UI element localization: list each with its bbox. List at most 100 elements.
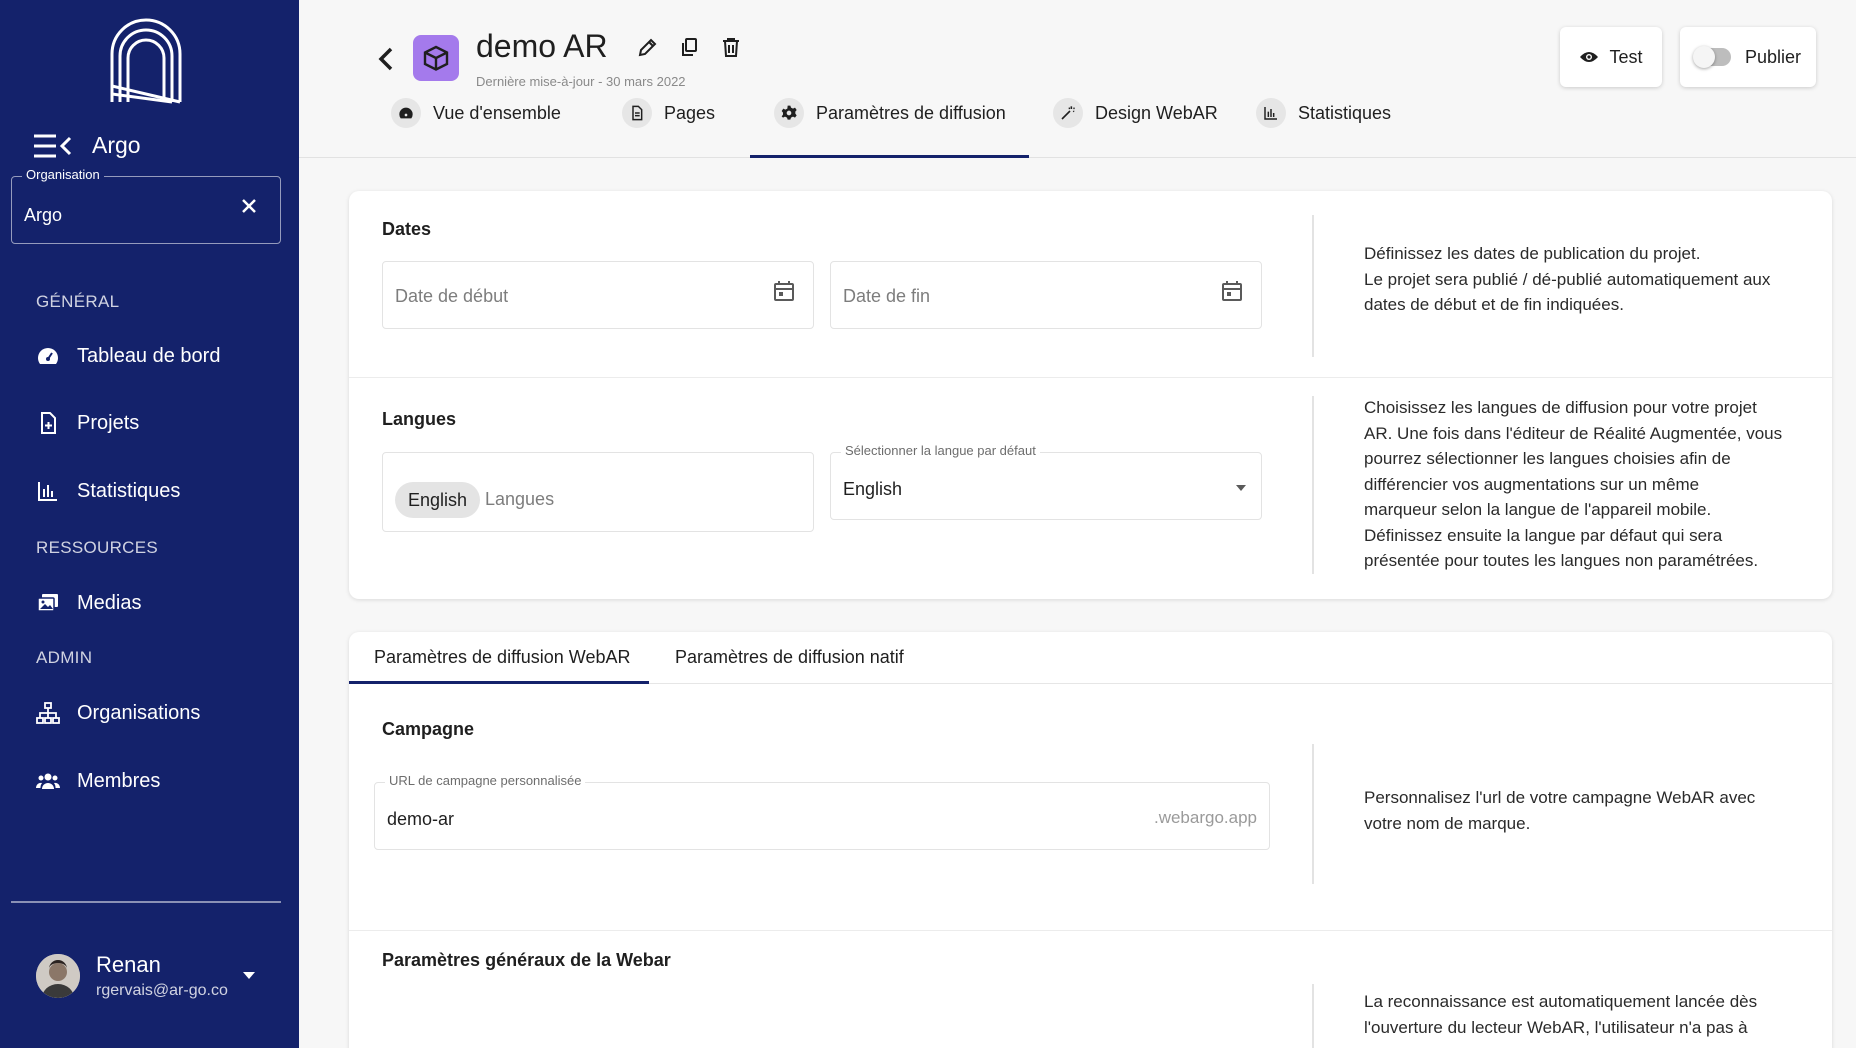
sidebar-item-organisations[interactable]: Organisations (36, 701, 200, 725)
tab-label: Statistiques (1298, 102, 1392, 123)
end-date-input[interactable]: Date de fin (830, 261, 1262, 329)
tab-design-webar[interactable]: Design WebAR (1053, 98, 1218, 128)
sidebar-item-label: Medias (77, 591, 142, 614)
languages-input[interactable]: English Langues (382, 452, 814, 532)
organisation-value: Argo (24, 205, 63, 225)
copy-icon[interactable] (679, 36, 699, 58)
tab-diffusion-settings[interactable]: Paramètres de diffusion (774, 98, 1006, 128)
tab-label: Vue d'ensemble (433, 102, 561, 123)
menu-collapse-icon[interactable] (34, 133, 72, 159)
bar-chart-icon (38, 482, 57, 501)
pencil-icon[interactable] (637, 36, 657, 58)
user-photo-icon (36, 954, 80, 998)
subtab-native[interactable]: Paramètres de diffusion natif (675, 647, 904, 668)
calendar-icon[interactable] (1221, 280, 1243, 302)
gear-icon (781, 105, 797, 120)
media-icon (37, 594, 58, 612)
cube-icon (423, 45, 449, 71)
general-description: La reconnaissance est automatiquement la… (1364, 989, 1757, 1040)
sidebar-item-label: Projets (77, 411, 140, 434)
tab-statistics[interactable]: Statistiques (1256, 98, 1391, 128)
page-title: demo AR (476, 28, 608, 64)
default-language-value: English (843, 479, 903, 499)
sidebar-item-projects[interactable]: Projets (36, 411, 139, 435)
eye-icon (1580, 52, 1599, 62)
campaign-title: Campagne (382, 719, 475, 739)
trash-icon[interactable] (721, 36, 741, 58)
description-line: Définissez ensuite la langue par défaut … (1364, 525, 1723, 545)
publish-button-label: Publier (1744, 46, 1802, 67)
description-line: votre nom de marque. (1364, 813, 1531, 833)
sidebar-item-statistics[interactable]: Statistiques (36, 479, 180, 503)
tab-icon-wrap (1256, 98, 1286, 128)
general-divider (1312, 984, 1314, 1048)
dates-description: Définissez les dates de publication du p… (1364, 241, 1770, 318)
default-language-select[interactable]: Sélectionner la langue par défaut Englis… (830, 443, 1262, 520)
tab-icon-wrap (1053, 98, 1083, 128)
chevron-down-icon[interactable] (1235, 484, 1247, 492)
description-line: dates de début et de fin indiquées. (1364, 295, 1624, 314)
publish-toggle[interactable] (1692, 46, 1731, 68)
start-date-input[interactable]: Date de début (382, 261, 814, 329)
sidebar-divider (11, 901, 281, 903)
diffusion-subtabs: Paramètres de diffusion WebAR Paramètres… (349, 632, 1832, 684)
end-date-placeholder: Date de fin (843, 286, 931, 306)
default-language-label: Sélectionner la langue par défaut (841, 443, 1040, 458)
avatar (36, 954, 80, 998)
tab-icon-wrap (774, 98, 804, 128)
user-email: rgervais@ar-go.co (96, 982, 228, 999)
test-button-label: Test (1609, 46, 1643, 67)
description-line: l'ouverture du lecteur WebAR, l'utilisat… (1364, 1017, 1748, 1037)
user-info: Renan rgervais@ar-go.co (96, 952, 228, 1000)
campaign-url-input[interactable]: URL de campagne personnalisée demo-ar .w… (374, 773, 1270, 850)
campaign-description: Personnalisez l'url de votre campagne We… (1364, 785, 1755, 836)
description-line: marqueur selon la langue de l'appareil m… (1364, 500, 1712, 519)
sidebar-item-members[interactable]: Membres (36, 769, 160, 793)
description-line: Définissez les dates de publication du p… (1364, 244, 1701, 263)
subtab-webar[interactable]: Paramètres de diffusion WebAR (374, 647, 630, 668)
section-divider (349, 930, 1832, 931)
active-subtab-indicator (349, 681, 649, 684)
tab-overview[interactable]: Vue d'ensemble (391, 98, 561, 128)
sidebar-item-dashboard[interactable]: Tableau de bord (36, 344, 220, 368)
description-line: présentée pour toutes les langues non pa… (1364, 551, 1759, 570)
close-icon[interactable] (242, 199, 256, 213)
calendar-icon[interactable] (773, 280, 795, 302)
bar-chart-icon (1264, 107, 1277, 120)
diffusion-settings-card: Paramètres de diffusion WebAR Paramètres… (349, 632, 1832, 1048)
brand-name: Argo (92, 132, 141, 158)
description-line: AR. Une fois dans l'éditeur de Réalité A… (1364, 423, 1783, 443)
publish-toggle-button[interactable]: Publier (1680, 27, 1816, 87)
sitemap-icon (36, 702, 60, 724)
organisation-label: Organisation (22, 167, 104, 182)
description-line: Le projet sera publié / dé-publié automa… (1364, 269, 1771, 289)
back-arrow-icon[interactable] (377, 46, 395, 72)
dashboard-icon (399, 107, 413, 119)
tab-icon-wrap (622, 98, 652, 128)
sidebar-item-medias[interactable]: Medias (36, 591, 141, 615)
test-button[interactable]: Test (1560, 27, 1662, 87)
users-icon (36, 773, 60, 789)
dates-title: Dates (382, 219, 432, 239)
campaign-url-label: URL de campagne personnalisée (385, 773, 586, 788)
project-header: demo AR Dernière mise-à-jour - 30 mars 2… (299, 0, 1856, 158)
tab-label: Pages (664, 102, 716, 123)
section-divider (349, 377, 1832, 378)
organisation-select[interactable]: Organisation Argo (11, 167, 281, 244)
language-chip[interactable]: English (395, 482, 481, 518)
start-date-placeholder: Date de début (395, 286, 509, 306)
languages-placeholder: Langues (485, 489, 555, 509)
magic-wand-icon (1061, 106, 1075, 120)
section-label-resources: RESSOURCES (36, 538, 159, 557)
campaign-url-value: demo-ar (387, 809, 455, 829)
languages-title: Langues (382, 409, 457, 429)
description-line: La reconnaissance est automatiquement la… (1364, 992, 1758, 1011)
user-menu[interactable]: Renan rgervais@ar-go.co (36, 952, 228, 1000)
general-settings-title: Paramètres généraux de la Webar (382, 950, 671, 970)
chevron-down-icon[interactable] (242, 970, 256, 980)
dates-divider (1312, 215, 1314, 357)
campaign-divider (1312, 744, 1314, 884)
sidebar-item-label: Tableau de bord (77, 344, 221, 367)
argo-logo-icon (110, 18, 182, 104)
tab-pages[interactable]: Pages (622, 98, 715, 128)
